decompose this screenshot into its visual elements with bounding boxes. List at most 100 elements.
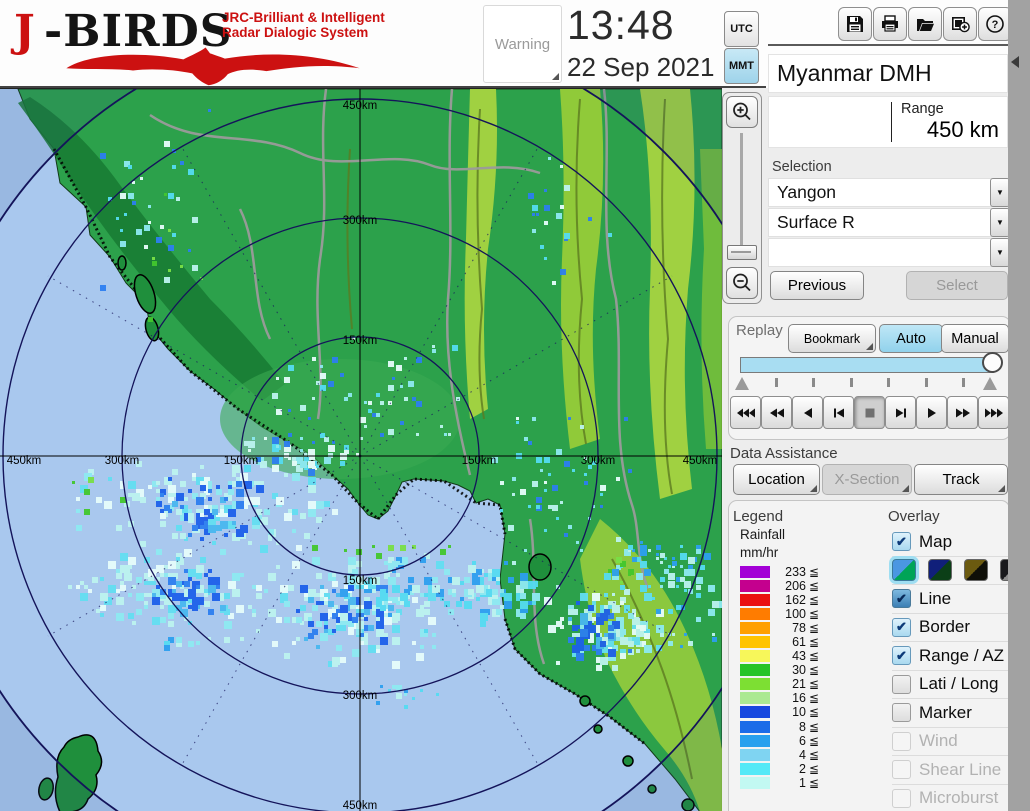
slider-tick <box>962 378 965 387</box>
step-back-button[interactable] <box>823 396 854 429</box>
legend-scale: 233 ≦ 206 ≦ 162 ≦ 100 ≦ 78 ≦ 61 ≦ 43 ≦ 30 ≦ 21 ≦ 16 ≦ 10 ≦ 8 ≦ 6… <box>738 565 858 790</box>
overlay-item-range-az[interactable]: ✔ Range / AZ <box>892 642 1010 671</box>
bookmark-button[interactable]: Bookmark <box>788 324 876 353</box>
ring-label: 450km <box>683 455 718 467</box>
zoom-slider-track[interactable] <box>740 133 743 255</box>
utc-label: UTC <box>730 23 753 35</box>
eagle-logo-icon <box>66 47 360 86</box>
legend-row: 78 ≦ <box>738 621 858 635</box>
map-style-swatch-2[interactable] <box>928 559 952 582</box>
legend-lte-symbol: ≦ <box>809 593 820 608</box>
play-icon <box>927 407 936 418</box>
overlay-item-marker[interactable]: Marker <box>892 699 1010 728</box>
ring-label: 300km <box>105 455 140 467</box>
play-backward-button[interactable] <box>792 396 823 429</box>
radar-map[interactable]: 450km 300km 150km 150km 300km 450km 450km 300km… <box>0 25 791 811</box>
capture-add-button[interactable] <box>943 7 977 41</box>
overlay-item-lati-long[interactable]: Lati / Long <box>892 671 1010 699</box>
overlay-item-line[interactable]: ✔ Line <box>892 585 1010 614</box>
legend-row: 43 ≦ <box>738 649 858 663</box>
open-folder-button[interactable] <box>908 7 942 41</box>
legend-color-swatch <box>740 692 770 705</box>
tagline-line1: JRC-Brilliant & Intelligent <box>222 10 385 25</box>
option-dropdown[interactable] <box>768 238 992 267</box>
checkbox-checked[interactable]: ✔ <box>892 646 911 666</box>
product-dropdown[interactable]: Surface R <box>768 208 992 237</box>
checkbox-unchecked[interactable] <box>892 703 911 723</box>
forward-fast-button[interactable] <box>947 396 978 429</box>
replay-slider-track[interactable] <box>740 357 994 373</box>
overlay-label: Overlay <box>888 508 940 525</box>
overlay-item-map[interactable]: ✔ Map <box>892 528 1010 557</box>
track-button[interactable]: Track <box>914 464 1008 495</box>
help-button[interactable]: ? <box>978 7 1012 41</box>
range-label: Range <box>901 101 944 117</box>
ring-label: 450km <box>343 800 378 811</box>
zoom-slider-handle[interactable] <box>727 245 757 260</box>
warning-button[interactable]: Warning <box>483 5 562 83</box>
legend-lte-symbol: ≦ <box>809 677 820 692</box>
legend-label: Legend <box>733 508 784 525</box>
option-dropdown-arrow[interactable]: ▼ <box>990 238 1010 267</box>
logo-tagline: JRC-Brilliant & Intelligent Radar Dialog… <box>222 10 412 40</box>
save-button[interactable] <box>838 7 872 41</box>
mmt-button[interactable]: MMT <box>724 48 759 84</box>
checkbox-disabled <box>892 760 911 780</box>
slider-start-marker[interactable] <box>735 377 749 390</box>
print-button[interactable] <box>873 7 907 41</box>
overlay-item-border[interactable]: ✔ Border <box>892 614 1010 642</box>
overlay-item-wind: Wind <box>892 728 1010 756</box>
zoom-in-button[interactable] <box>726 96 758 128</box>
product-dropdown-arrow[interactable]: ▼ <box>990 208 1010 237</box>
slider-end-marker[interactable] <box>983 377 997 390</box>
forward-fastest-button[interactable] <box>978 396 1009 429</box>
x-section-button[interactable]: X-Section <box>822 464 912 495</box>
print-icon <box>882 15 898 32</box>
site-dropdown-arrow[interactable]: ▼ <box>990 178 1010 207</box>
checkbox-checked[interactable]: ✔ <box>892 532 911 552</box>
legend-row: 233 ≦ <box>738 565 858 579</box>
zoom-out-button[interactable] <box>726 267 758 299</box>
rewind-fastest-button[interactable] <box>730 396 761 429</box>
stop-icon <box>865 408 874 417</box>
legend-lte-symbol: ≦ <box>809 747 820 762</box>
legend-row: 6 ≦ <box>738 734 858 748</box>
ring-label: 300km <box>581 455 616 467</box>
legend-value: 1 <box>799 775 806 790</box>
overlay-item-label: Wind <box>919 731 958 751</box>
ring-label: 150km <box>462 455 497 467</box>
legend-value: 21 <box>792 677 806 692</box>
legend-color-swatch <box>740 734 770 747</box>
legend-lte-symbol: ≦ <box>809 635 820 650</box>
auto-button[interactable]: Auto <box>879 324 943 353</box>
step-forward-button[interactable] <box>885 396 916 429</box>
slider-tick <box>775 378 778 387</box>
radar-map-container: 450km 300km 150km 150km 300km 450km 450km 300km… <box>0 25 791 811</box>
select-button[interactable]: Select <box>906 271 1008 300</box>
checkbox-unchecked[interactable] <box>892 674 911 694</box>
checkbox-checked[interactable]: ✔ <box>892 589 911 609</box>
utc-button[interactable]: UTC <box>724 11 759 47</box>
ring-label: 450km <box>7 455 42 467</box>
step-forward-icon <box>895 408 906 417</box>
map-style-swatch-1[interactable] <box>892 559 916 582</box>
play-button[interactable] <box>916 396 947 429</box>
previous-button[interactable]: Previous <box>770 271 864 300</box>
panel-collapse-strip[interactable] <box>1008 0 1030 811</box>
location-button[interactable]: Location <box>733 464 820 495</box>
legend-title-units: mm/hr <box>740 545 779 560</box>
rewind-fast-button[interactable] <box>761 396 792 429</box>
legend-lte-symbol: ≦ <box>809 719 820 734</box>
legend-value: 233 <box>785 565 806 580</box>
map-style-swatch-3[interactable] <box>964 559 988 582</box>
replay-slider-handle[interactable] <box>982 352 1003 373</box>
manual-button[interactable]: Manual <box>941 324 1009 353</box>
play-backward-icon <box>803 407 812 418</box>
checkbox-checked[interactable]: ✔ <box>892 617 911 637</box>
legend-value: 10 <box>792 705 806 720</box>
site-dropdown[interactable]: Yangon <box>768 178 992 207</box>
stop-button[interactable] <box>854 396 885 429</box>
toolbar-divider <box>768 44 1014 46</box>
help-icon: ? <box>986 15 1004 33</box>
slider-tick <box>849 378 853 387</box>
